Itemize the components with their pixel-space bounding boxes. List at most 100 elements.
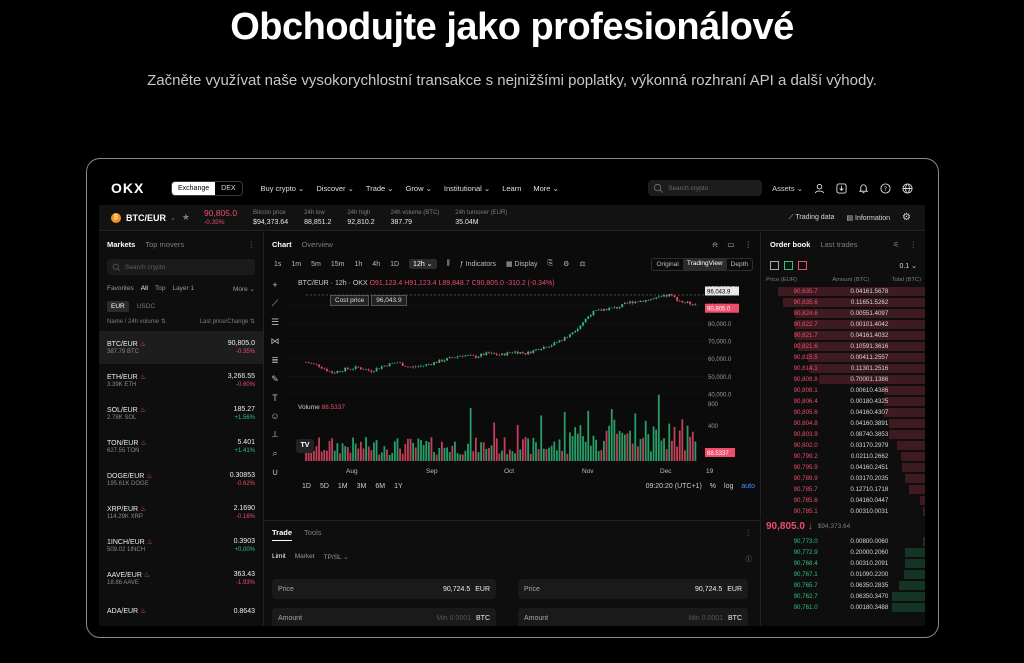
order-market[interactable]: Market [295,553,315,563]
emoji-icon[interactable]: ☺ [270,411,279,421]
display-button[interactable]: ▦ Display [506,260,538,268]
ask-row[interactable]: 90,789.9 0.0317 0.2035 [762,473,925,484]
filter-layer1[interactable]: Layer 1 [172,285,194,293]
filter-top[interactable]: Top [155,285,165,293]
view-both-icon[interactable] [770,261,779,270]
view-asks-icon[interactable] [798,261,807,270]
quote-eur[interactable]: EUR [107,301,129,312]
globe-icon[interactable] [902,182,913,194]
order-limit[interactable]: Limit [272,553,286,563]
nav-more[interactable]: More ⌄ [533,184,558,193]
buy-price-input[interactable]: Price 90,724.5 EUR [272,579,496,599]
horizontal-lines-icon[interactable]: ☰ [271,317,279,328]
tab-dex[interactable]: DEX [215,182,241,195]
pair-selector[interactable]: BTC/EUR [126,213,166,223]
text-tool-icon[interactable]: T [272,393,278,403]
market-row[interactable]: TON/EUR ♨ 627.55 TON 5.401 +1.41% [99,430,263,463]
market-row[interactable]: SOL/EUR ♨ 2.78K SOL 185.27 +1.56% [99,397,263,430]
ask-row[interactable]: 90,814.1 0.1130 1.2516 [762,363,925,374]
ask-row[interactable]: 90,822.7 0.0010 1.4042 [762,319,925,330]
ask-row[interactable]: 90,803.9 0.0874 0.3853 [762,429,925,440]
interval-15m[interactable]: 15m [331,261,345,268]
tab-last-trades[interactable]: Last trades [820,240,857,249]
tab-markets[interactable]: Markets [107,240,135,249]
pattern-icon[interactable]: ⋈ [271,336,280,347]
sort-name-volume[interactable]: Name / 24h volume ⇅ [107,318,166,325]
ask-row[interactable]: 90,806.4 0.0018 0.4325 [762,396,925,407]
bid-row[interactable]: 90,773.0 0.0080 0.0060 [762,536,925,547]
interval-1h[interactable]: 1h [355,261,363,268]
settings-gear-icon[interactable]: ⚙ [902,212,911,223]
nav-institutional[interactable]: Institutional ⌄ [444,184,490,193]
bell-icon[interactable] [858,183,869,194]
interval-4h[interactable]: 4h [372,261,380,268]
filter-all[interactable]: All [141,285,148,293]
filter-favorites[interactable]: Favorites [107,285,134,293]
nav-buy-crypto[interactable]: Buy crypto ⌄ [261,184,305,193]
bid-row[interactable]: 90,767.1 0.0109 0.2200 [762,569,925,580]
nav-trade[interactable]: Trade ⌄ [366,184,394,193]
bid-row[interactable]: 90,765.7 0.0635 0.2835 [762,580,925,591]
ask-row[interactable]: 90,835.6 0.1165 1.5262 [762,297,925,308]
tab-top-movers[interactable]: Top movers [145,240,184,249]
markets-search-input[interactable]: Search crypto [107,259,255,275]
download-icon[interactable] [836,182,847,194]
range-6m[interactable]: 6M [375,483,385,490]
sell-price-input[interactable]: Price 90,724.5 EUR [518,579,748,599]
bid-row[interactable]: 90,768.4 0.0031 0.2091 [762,558,925,569]
chart-settings-icon[interactable]: ⚙ [563,260,569,268]
interval-12h[interactable]: 12h ⌄ [409,259,437,269]
info-icon[interactable]: ⓘ [746,553,753,563]
price-chart[interactable]: 100,000.090,000.080,000.070,000.060,000.… [286,276,761,519]
market-row[interactable]: XRP/EUR ♨ 114.29K XRP 2.1690 -0.16% [99,496,263,529]
candle-type-icon[interactable]: ⫼ [447,260,450,268]
trendline-icon[interactable]: ⟋ [272,298,278,309]
user-icon[interactable] [814,183,825,194]
ask-row[interactable]: 90,821.7 0.0416 1.4032 [762,330,925,341]
view-original[interactable]: Original [652,259,682,270]
ask-row[interactable]: 90,835.7 0.0416 1.5678 [762,286,925,297]
ask-row[interactable]: 90,815.5 0.0041 1.2557 [762,352,925,363]
ask-row[interactable]: 90,785.7 0.1271 0.1718 [762,484,925,495]
quote-usdc[interactable]: USDC [133,301,159,312]
precision-select[interactable]: 0.1 ⌄ [899,262,917,270]
market-row[interactable]: 1INCH/EUR ♨ 509.02 1INCH 0.3903 +0.00% [99,529,263,562]
range-5d[interactable]: 5D [320,483,329,490]
scale-auto[interactable]: auto [741,483,755,490]
indicators-button[interactable]: ƒ Indicators [460,261,496,268]
nav-search-input[interactable]: Search crypto [648,180,763,196]
ask-row[interactable]: 90,785.1 0.0031 0.0031 [762,506,925,517]
ask-row[interactable]: 90,809.8 0.7000 1.1386 [762,374,925,385]
buy-amount-input[interactable]: Amount Min 0.0001 BTC [272,608,496,626]
more-vert-icon[interactable]: ⋮ [745,240,753,250]
market-row[interactable]: ADA/EUR ♨ 0.8643 [99,595,263,626]
market-row[interactable]: ETH/EUR ♨ 3.39K ETH 3,266.55 -0.60% [99,364,263,397]
filter-sliders-icon[interactable]: ⚟ [893,240,900,249]
snapshot-icon[interactable]: ⎘ [548,260,554,268]
view-bids-icon[interactable] [784,261,793,270]
range-1d[interactable]: 1D [302,483,311,490]
order-tpsl[interactable]: TP/SL ⌄ [324,553,349,563]
interval-5m[interactable]: 5m [311,261,321,268]
brush-icon[interactable]: ✎ [271,374,279,385]
interval-1m[interactable]: 1m [291,261,301,268]
scale-percent[interactable]: % [710,483,716,490]
alert-icon[interactable]: ⍾ [712,240,717,250]
ask-row[interactable]: 90,785.6 0.0416 0.0447 [762,495,925,506]
assets-menu[interactable]: Assets ⌄ [772,184,803,193]
ask-row[interactable]: 90,799.2 0.0211 0.2662 [762,451,925,462]
crosshair-icon[interactable]: + [272,280,277,290]
tab-order-book[interactable]: Order book [770,240,810,249]
sort-price-change[interactable]: Last price/Change ⇅ [200,318,255,325]
range-3m[interactable]: 3M [357,483,367,490]
view-tradingview[interactable]: TradingView [682,258,727,270]
star-icon[interactable]: ★ [182,212,190,223]
market-row[interactable]: AAVE/EUR ♨ 18.86 AAVE 363.43 -1.93% [99,562,263,595]
bid-row[interactable]: 90,761.0 0.0018 0.3488 [762,602,925,613]
okx-logo[interactable]: OKX [111,180,157,196]
ask-row[interactable]: 90,802.0 0.0317 0.2979 [762,440,925,451]
trading-data-link[interactable]: ⟋ Trading data [789,214,835,222]
tab-tools[interactable]: Tools [304,528,322,541]
zoom-icon[interactable]: ⌕ [272,448,277,459]
more-vert-icon[interactable]: ⋮ [910,240,918,249]
